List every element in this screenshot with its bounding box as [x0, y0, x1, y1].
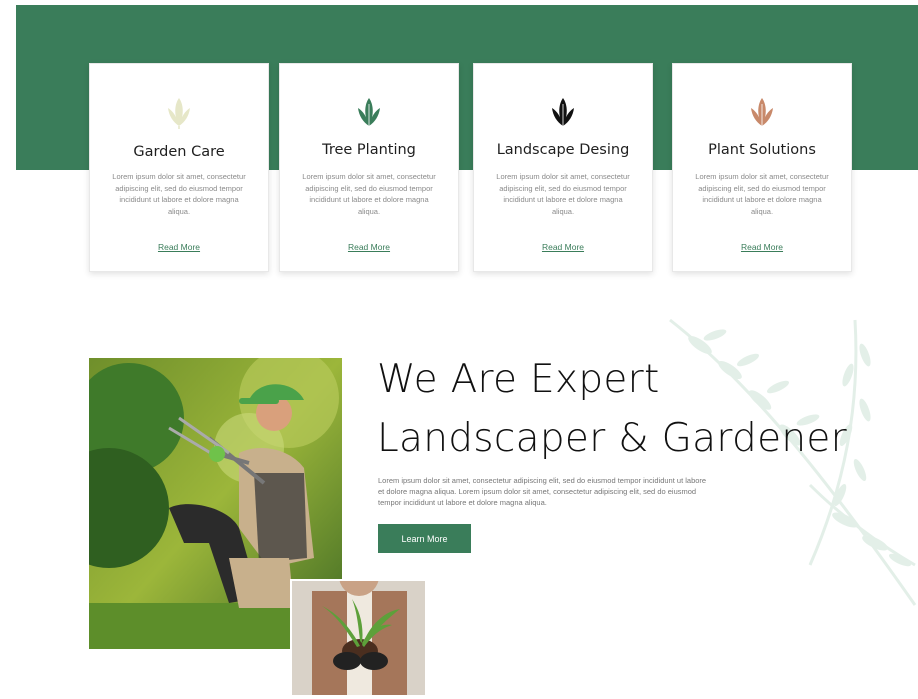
service-card-plant-solutions: Plant Solutions Lorem ipsum dolor sit am… [672, 63, 852, 272]
page: Garden Care Lorem ipsum dolor sit amet, … [0, 0, 918, 699]
about-heading-line1: We Are Expert [377, 357, 660, 402]
read-more-link[interactable]: Read More [280, 242, 458, 252]
service-title: Plant Solutions [708, 142, 816, 158]
service-title: Garden Care [133, 144, 225, 160]
leaf-black-icon [552, 98, 574, 126]
about-heading: We Are Expert Landscaper & Gardener [377, 350, 897, 468]
read-more-link[interactable]: Read More [90, 242, 268, 252]
hands-holding-plant-photo [290, 579, 425, 695]
read-more-link[interactable]: Read More [474, 242, 652, 252]
leaf-pale-icon [168, 98, 190, 129]
service-description: Lorem ipsum dolor sit amet, consectetur … [112, 172, 246, 216]
about-paragraph: Lorem ipsum dolor sit amet, consectetur … [378, 476, 707, 507]
service-description: Lorem ipsum dolor sit amet, consectetur … [302, 172, 436, 216]
about-heading-line2: Landscaper & Gardener [377, 416, 848, 461]
service-description: Lorem ipsum dolor sit amet, consectetur … [695, 172, 829, 216]
service-card-garden-care: Garden Care Lorem ipsum dolor sit amet, … [89, 63, 269, 272]
services-section: Garden Care Lorem ipsum dolor sit amet, … [0, 0, 918, 280]
service-card-tree-planting: Tree Planting Lorem ipsum dolor sit amet… [279, 63, 459, 272]
read-more-link[interactable]: Read More [673, 242, 851, 252]
leaf-green-icon [358, 98, 380, 126]
service-card-landscape-desing: Landscape Desing Lorem ipsum dolor sit a… [473, 63, 653, 272]
service-title: Tree Planting [322, 142, 416, 158]
service-description: Lorem ipsum dolor sit amet, consectetur … [496, 172, 630, 216]
service-title: Landscape Desing [496, 142, 630, 158]
learn-more-button[interactable]: Learn More [378, 524, 471, 553]
leaf-orange-icon [751, 98, 773, 126]
